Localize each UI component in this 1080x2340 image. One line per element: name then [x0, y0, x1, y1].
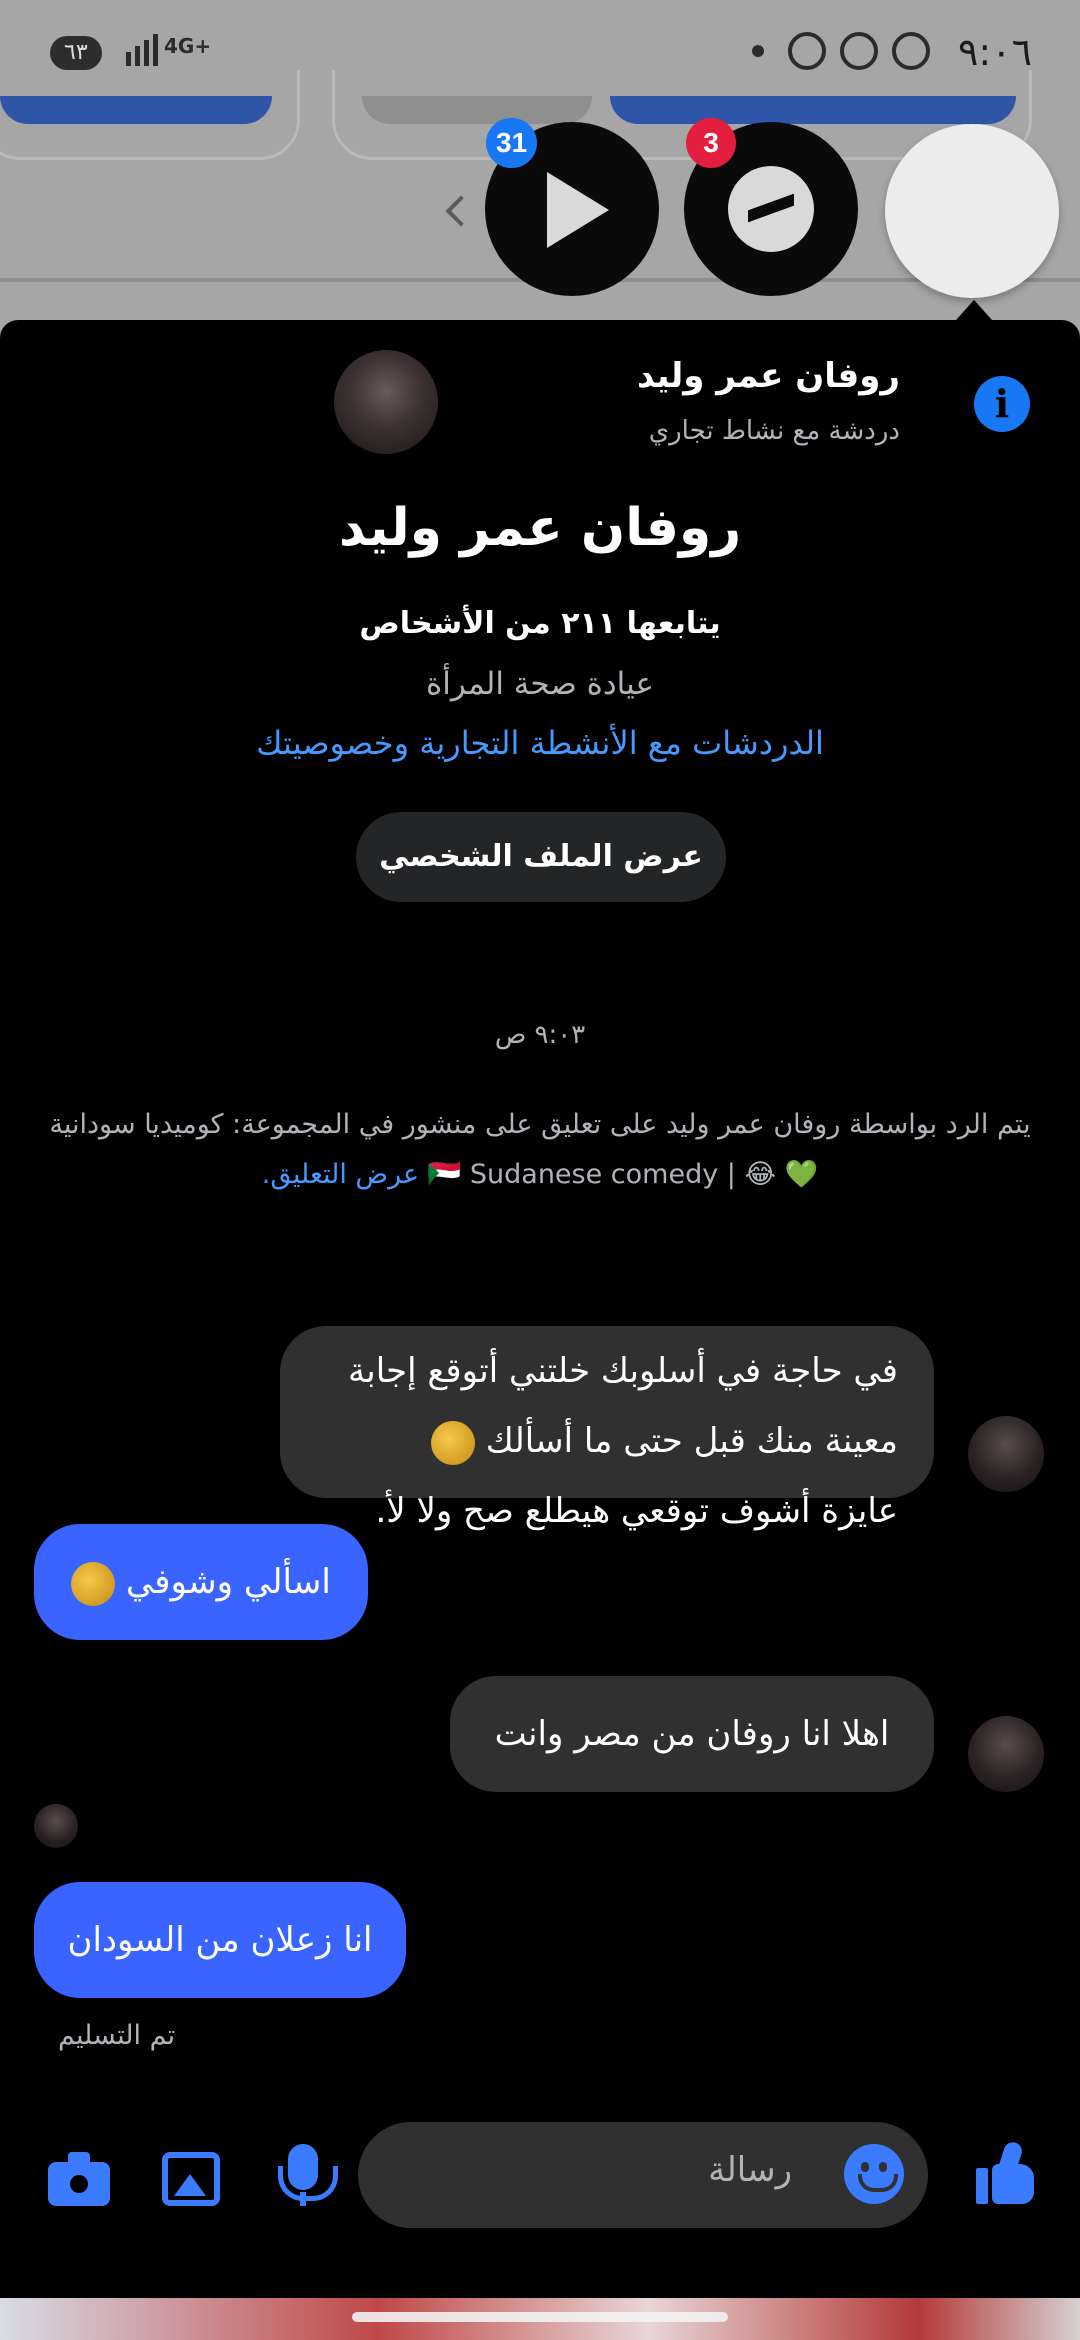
- home-indicator[interactable]: [352, 2312, 728, 2322]
- profile-followers: يتابعها ٢١١ من الأشخاص: [359, 606, 721, 641]
- reply-context-notice: يتم الرد بواسطة روفان عمر وليد على تعليق…: [40, 1100, 1040, 1200]
- message-timestamp: ٩:٠٣ ص: [494, 1020, 586, 1050]
- microphone-icon[interactable]: [278, 2144, 338, 2201]
- message-line: عايزة أشوف توقعي هيطلع صح ولا لأ.: [375, 1491, 898, 1531]
- message-bubble-incoming[interactable]: في حاجة في أسلوبك خلتني أتوقع إجابة معين…: [280, 1326, 934, 1531]
- clock: ٩:٠٦: [957, 30, 1032, 74]
- like-icon[interactable]: [976, 2139, 1036, 2204]
- sender-avatar[interactable]: [968, 1716, 1044, 1792]
- message-line: معينة منك قبل حتى ما أسألك: [316, 1406, 898, 1476]
- message-text: اهلا انا روفان من مصر وانت: [494, 1714, 890, 1754]
- notification-icons: [752, 32, 930, 70]
- emoji-icon: [430, 1420, 475, 1465]
- message-bubble-incoming[interactable]: اهلا انا روفان من مصر وانت: [450, 1676, 934, 1792]
- sender-avatar[interactable]: [968, 1416, 1044, 1492]
- seen-avatar: [34, 1804, 78, 1848]
- message-placeholder: رسالة: [708, 2150, 792, 2190]
- sync-notif-icon: [892, 32, 930, 70]
- notice-text: يتم الرد بواسطة روفان عمر وليد على تعليق…: [49, 1109, 1031, 1190]
- delivery-status: تم التسليم: [58, 2020, 176, 2051]
- whatsapp-notif-icon: [840, 32, 878, 70]
- signal-icon: [126, 34, 158, 66]
- active-chat-head[interactable]: [885, 124, 1059, 298]
- header-subtitle: دردشة مع نشاط تجاري: [648, 416, 900, 446]
- message-bubble-outgoing[interactable]: انا زعلان من السودان: [34, 1882, 406, 1998]
- video-unread-badge: 31: [486, 118, 538, 168]
- contact-avatar[interactable]: [334, 350, 438, 454]
- dot-icon: [752, 45, 764, 57]
- network-type: 4G+: [164, 34, 212, 58]
- message-bubble-outgoing[interactable]: اسألي وشوفي: [34, 1524, 368, 1640]
- message-text: اسألي وشوفي: [125, 1562, 331, 1602]
- messenger-icon: [728, 166, 814, 252]
- messenger-notif-icon: [788, 32, 826, 70]
- info-icon[interactable]: i: [974, 376, 1030, 432]
- battery-indicator: ٦٣: [50, 36, 102, 70]
- view-profile-button[interactable]: عرض الملف الشخصي: [356, 812, 726, 902]
- chat-panel: i روفان عمر وليد دردشة مع نشاط تجاري روف…: [0, 320, 1080, 2298]
- emoji-icon: [71, 1561, 116, 1606]
- camera-icon[interactable]: [48, 2152, 110, 2206]
- message-input[interactable]: رسالة: [358, 2122, 928, 2228]
- background-button: [362, 96, 592, 124]
- view-comment-link[interactable]: عرض التعليق.: [262, 1159, 419, 1190]
- microphone-stand: [300, 2192, 306, 2206]
- background-button: [0, 96, 272, 124]
- message-line: في حاجة في أسلوبك خلتني أتوقع إجابة: [348, 1351, 898, 1391]
- status-bar: ٦٣ 4G+ ٩:٠٦: [0, 0, 1080, 96]
- message-text: انا زعلان من السودان: [67, 1920, 373, 1960]
- profile-category: عيادة صحة المرأة: [426, 666, 654, 702]
- background-button: [610, 96, 1016, 124]
- messenger-unread-badge: 3: [686, 118, 736, 168]
- play-icon: [547, 172, 609, 248]
- gallery-icon[interactable]: [162, 2152, 220, 2206]
- profile-name: روفان عمر وليد: [338, 498, 742, 558]
- emoji-icon[interactable]: [844, 2144, 904, 2204]
- privacy-link[interactable]: الدردشات مع الأنشطة التجارية وخصوصيتك: [0, 724, 1080, 762]
- header-contact-name[interactable]: روفان عمر وليد: [637, 356, 900, 396]
- chat-head-pointer: [956, 300, 992, 320]
